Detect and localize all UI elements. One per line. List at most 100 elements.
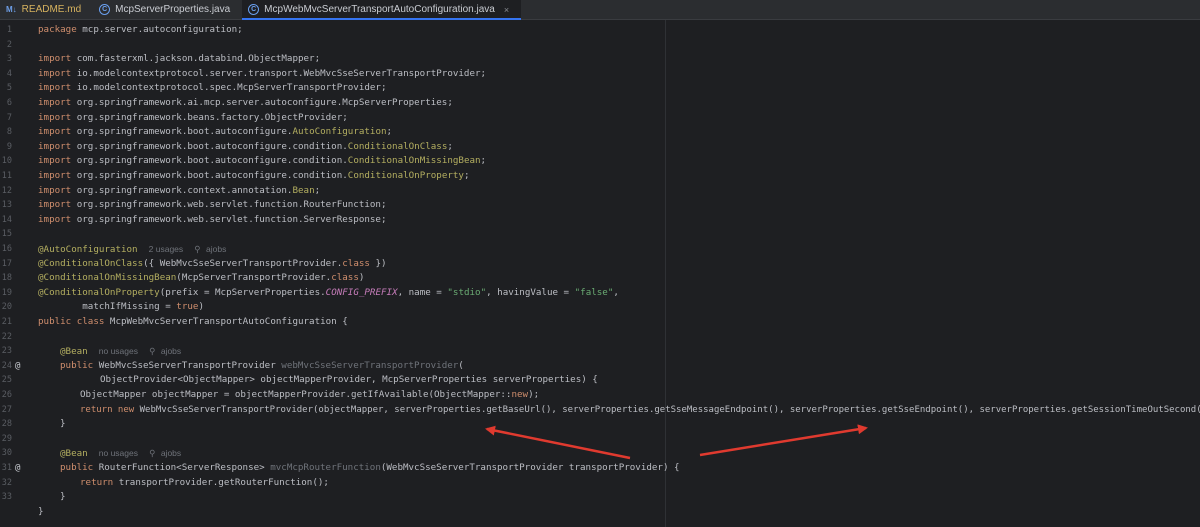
line-number: 20	[1, 302, 12, 313]
code-text: org.springframework.beans.factory.Object…	[71, 111, 348, 123]
code-text: })	[369, 257, 387, 269]
code-text: }	[38, 505, 44, 517]
code-text: org.springframework.boot.autoconfigure.	[71, 126, 293, 138]
code-text: ;	[314, 184, 321, 196]
code-line-14: 14 import org.springframework.web.servlet…	[0, 213, 1200, 228]
line-number: 18	[1, 273, 12, 284]
code-text: );	[528, 389, 540, 400]
static-field: CONFIG_PREFIX	[325, 286, 398, 298]
code-line-27: 27 return new WebMvcSseServerTransportPro…	[0, 403, 1200, 418]
line-number: 13	[1, 200, 12, 211]
usages-hint[interactable]: no usages	[99, 346, 138, 356]
annotation: @AutoConfiguration	[38, 244, 138, 255]
code-line-12: 12 import org.springframework.context.ann…	[0, 184, 1200, 199]
tab-readme[interactable]: M↓ README.md	[0, 0, 93, 19]
line-number: 31	[1, 463, 12, 473]
code-line-6: 6 import org.springframework.ai.mcp.serve…	[0, 96, 1200, 111]
code-line-19: 19 @ConditionalOnProperty(prefix = McpSer…	[0, 286, 1200, 301]
tab-mcp-server-properties[interactable]: C McpServerProperties.java	[93, 0, 242, 19]
code-text: }	[60, 491, 66, 503]
code-line-34: }	[0, 505, 1200, 520]
code-text: (	[458, 359, 464, 371]
line-number: 27	[1, 404, 12, 415]
keyword: public class	[38, 316, 105, 327]
line-number: 26	[1, 390, 12, 400]
code-text: (prefix = McpServerProperties.	[159, 286, 326, 298]
code-text: ObjectMapper objectMapper = objectMapper…	[80, 389, 512, 400]
tab-label: McpServerProperties.java	[115, 4, 231, 15]
tab-mcp-webmvc-autoconfiguration[interactable]: C McpWebMvcServerTransportAutoConfigurat…	[242, 0, 522, 20]
code-line-20: 20 matchIfMissing = true)	[0, 300, 1200, 315]
code-line-2: 2	[0, 38, 1200, 53]
annotation-name: Bean	[292, 184, 315, 196]
code-line-15: 15	[0, 227, 1200, 242]
keyword: import	[38, 111, 72, 123]
line-number: 9	[6, 141, 12, 152]
author-hint[interactable]: ajobs	[206, 244, 226, 254]
code-text: org.springframework.boot.autoconfigure.c…	[71, 140, 348, 152]
usages-hint[interactable]: 2 usages	[149, 244, 184, 254]
code-line-8: 8 import org.springframework.boot.autocon…	[0, 125, 1200, 140]
code-text: io.modelcontextprotocol.server.transport…	[71, 67, 487, 79]
bean-gutter-icon[interactable]: @	[15, 359, 20, 374]
annotation-name: ConditionalOnClass	[347, 140, 448, 152]
author-icon: ⚲	[149, 346, 156, 357]
code-text: mcp.server.autoconfiguration;	[76, 24, 243, 35]
line-number: 23	[1, 346, 12, 357]
annotation: @Bean	[60, 448, 88, 460]
code-text: (McpServerTransportProvider.	[176, 272, 332, 284]
code-text: ;	[480, 155, 487, 167]
java-class-icon: C	[99, 4, 111, 15]
annotation: @ConditionalOnProperty	[38, 286, 160, 298]
tab-label: README.md	[21, 4, 82, 15]
code-text: RouterFunction<ServerResponse>	[93, 462, 271, 473]
keyword: import	[38, 97, 72, 108]
line-number: 17	[1, 258, 12, 269]
code-text: org.springframework.web.servlet.function…	[71, 213, 387, 225]
code-text: com.fasterxml.jackson.databind.ObjectMap…	[71, 53, 321, 65]
keyword: import	[38, 155, 72, 167]
keyword: class	[342, 257, 370, 269]
code-text: ,	[613, 286, 619, 298]
line-number: 33	[1, 492, 12, 503]
unused-method-name: mvcMcpRouterFunction	[270, 462, 381, 473]
line-number: 14	[1, 214, 12, 225]
keyword: new	[511, 389, 529, 400]
code-line-25: 25 ObjectProvider<ObjectMapper> objectMap…	[0, 373, 1200, 388]
code-line-22: 22	[0, 330, 1200, 345]
code-line-1: 1 package mcp.server.autoconfiguration;	[0, 23, 1200, 38]
code-editor[interactable]: 1 package mcp.server.autoconfiguration; 2…	[0, 20, 1200, 527]
code-line-3: 3 import com.fasterxml.jackson.databind.O…	[0, 52, 1200, 67]
code-text: ObjectProvider<ObjectMapper> objectMappe…	[100, 374, 598, 386]
keyword: package	[38, 24, 77, 35]
code-line-32: 32 return transportProvider.getRouterFunc…	[0, 476, 1200, 491]
tab-label: McpWebMvcServerTransportAutoConfiguratio…	[264, 4, 495, 15]
usages-hint[interactable]: no usages	[99, 448, 138, 458]
code-line-11: 11 import org.springframework.boot.autoco…	[0, 169, 1200, 184]
code-line-4: 4 import io.modelcontextprotocol.server.t…	[0, 67, 1200, 82]
code-text: org.springframework.web.servlet.function…	[71, 199, 387, 211]
code-text: , havingValue =	[486, 286, 575, 298]
editor-tab-bar: M↓ README.md C McpServerProperties.java …	[0, 0, 1200, 20]
line-number: 6	[6, 98, 12, 108]
keyword: import	[38, 53, 72, 65]
close-tab-icon[interactable]: ×	[504, 5, 509, 15]
author-hint[interactable]: ajobs	[161, 346, 181, 356]
code-text: ({ WebMvcSseServerTransportProvider.	[143, 257, 343, 269]
annotation-name: ConditionalOnMissingBean	[347, 155, 481, 167]
author-hint[interactable]: ajobs	[161, 448, 181, 458]
code-line-31: 31 @ public RouterFunction<ServerResponse>…	[0, 461, 1200, 476]
line-number: 25	[1, 375, 12, 386]
code-text: matchIfMissing =	[38, 301, 177, 313]
keyword: public	[60, 359, 94, 371]
bean-gutter-icon[interactable]: @	[15, 461, 20, 476]
keyword: import	[38, 67, 72, 79]
code-line-7: 7 import org.springframework.beans.factor…	[0, 111, 1200, 126]
keyword: import	[38, 213, 72, 225]
code-text: )	[198, 301, 204, 313]
line-number: 15	[1, 229, 12, 240]
code-text: (WebMvcSseServerTransportProvider transp…	[380, 462, 680, 473]
line-number: 24	[1, 360, 12, 371]
keyword: public	[60, 462, 94, 473]
code-line-17: 17 @ConditionalOnClass({ WebMvcSseServerT…	[0, 257, 1200, 272]
